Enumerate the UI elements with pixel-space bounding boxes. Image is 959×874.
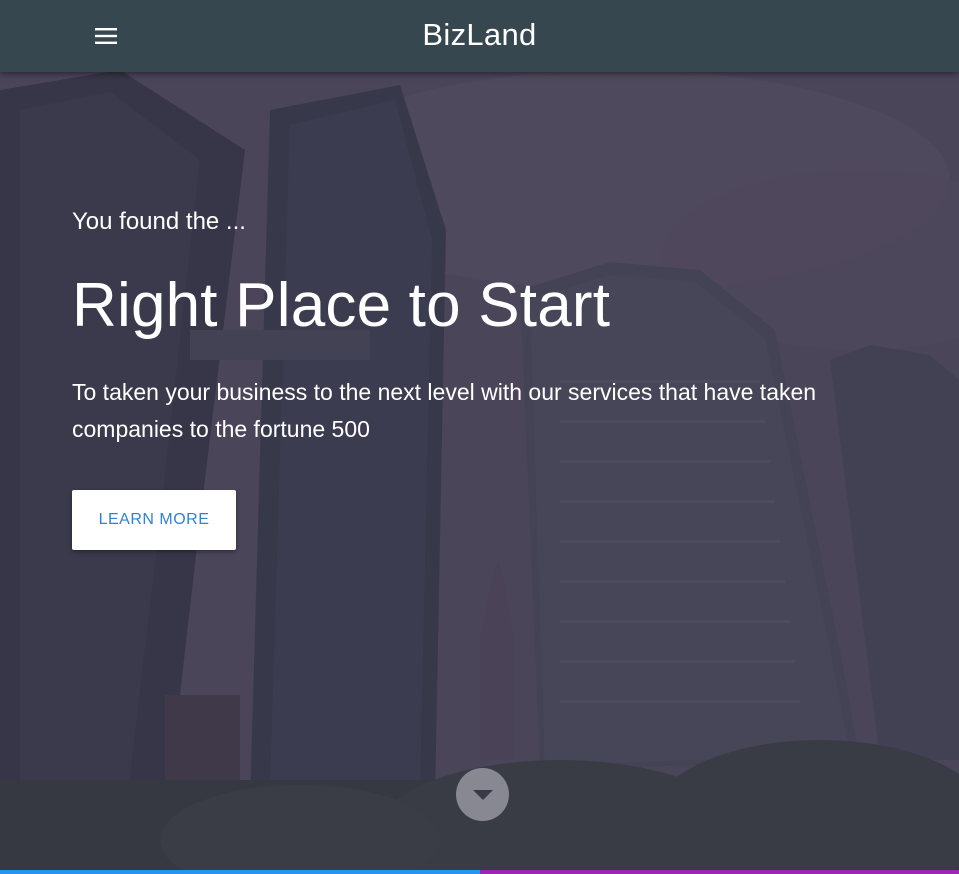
landing-page: BizLand You found the ... Right Place to… [0,0,959,874]
brand-title: BizLand [422,17,537,52]
scroll-down-button[interactable] [456,768,509,821]
accent-bar-right [480,870,959,874]
learn-more-button[interactable]: LEARN MORE [72,490,236,550]
menu-button[interactable] [86,16,126,56]
hero-headline: Right Place to Start [72,271,611,340]
menu-icon [95,28,117,44]
hero-subtext: To taken your business to the next level… [72,379,817,442]
top-app-bar: BizLand [0,0,959,72]
accent-bar [0,870,959,874]
hero-kicker: You found the ... [72,208,246,235]
hero-content: You found the ... Right Place to Start T… [72,200,912,448]
caret-down-icon [472,789,493,800]
accent-bar-left [0,870,480,874]
